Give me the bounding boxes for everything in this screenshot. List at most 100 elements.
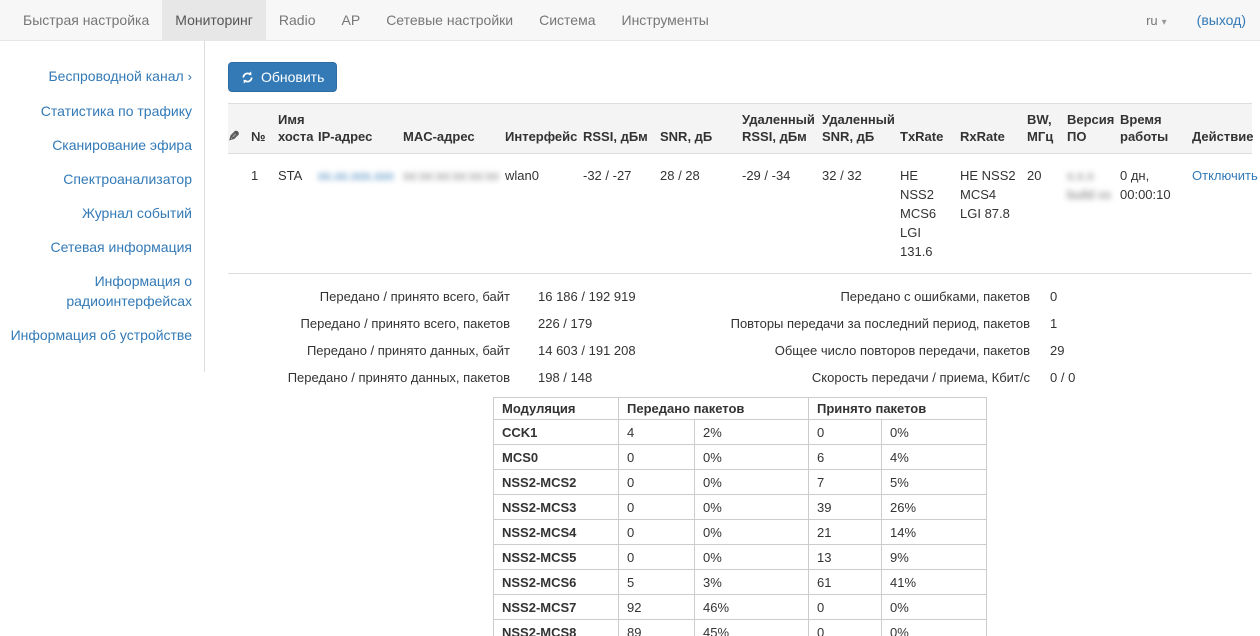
nav-tab-quick-setup[interactable]: Быстрая настройка <box>10 0 162 40</box>
modulation-row: NSS2-MCS4 0 0% 21 14% <box>494 520 987 545</box>
col-header-interface: Интерфейс <box>505 104 583 154</box>
modulation-name: NSS2-MCS3 <box>494 495 619 520</box>
main-content: Обновить ✎ № Имя хоста IP-адрес MAC-адре… <box>205 41 1260 636</box>
rx-percent: 9% <box>882 545 987 570</box>
rx-count: 0 <box>809 420 882 445</box>
chevron-down-icon: ▾ <box>1162 17 1167 28</box>
sidebar-item-network-info[interactable]: Сетевая информация <box>0 230 194 264</box>
sidebar-item-radio-interfaces-info[interactable]: Информация о радиоинтерфейсах <box>0 264 194 318</box>
sidebar-item-event-log[interactable]: Журнал событий <box>0 196 194 230</box>
rx-count: 6 <box>809 445 882 470</box>
clients-table: ✎ № Имя хоста IP-адрес MAC-адрес Интерфе… <box>228 103 1252 274</box>
rx-count: 0 <box>809 595 882 620</box>
col-header-number: № <box>251 104 278 154</box>
stat-value: 29 <box>1030 343 1064 358</box>
stat-row: Передано с ошибками, пакетов 0 <box>728 283 1252 310</box>
sidebar-item-spectrum-analyzer[interactable]: Спектроанализатор <box>0 162 194 196</box>
client-number: 1 <box>251 154 278 274</box>
nav-right-area: ru▾ (выход) <box>1146 0 1260 40</box>
client-firmware-redacted: x.x.x build xx <box>1067 154 1120 274</box>
rx-count: 39 <box>809 495 882 520</box>
clients-table-header-row: ✎ № Имя хоста IP-адрес MAC-адрес Интерфе… <box>228 104 1252 154</box>
modulation-row: NSS2-MCS2 0 0% 7 5% <box>494 470 987 495</box>
stat-label: Повторы передачи за последний период, па… <box>728 316 1030 331</box>
rx-count: 21 <box>809 520 882 545</box>
col-header-txrate: TxRate <box>900 104 960 154</box>
col-header-rxrate: RxRate <box>960 104 1027 154</box>
logout-link[interactable]: (выход) <box>1197 12 1246 28</box>
modulation-header-row: Модуляция Передано пакетов Принято пакет… <box>494 398 987 420</box>
modulation-name: NSS2-MCS6 <box>494 570 619 595</box>
nav-tab-monitoring[interactable]: Мониторинг <box>162 0 266 40</box>
modulation-row: NSS2-MCS7 92 46% 0 0% <box>494 595 987 620</box>
client-rssi: -32 / -27 <box>583 154 660 274</box>
stat-row: Передано / принято всего, байт 16 186 / … <box>228 283 728 310</box>
modulation-name: NSS2-MCS7 <box>494 595 619 620</box>
stat-label: Передано / принято всего, пакетов <box>228 316 510 331</box>
modulation-name: NSS2-MCS5 <box>494 545 619 570</box>
client-uptime: 0 дн, 00:00:10 <box>1120 154 1192 274</box>
modulation-row: NSS2-MCS5 0 0% 13 9% <box>494 545 987 570</box>
client-mac-redacted: xx:xx:xx:xx:xx:xx <box>403 166 499 185</box>
traffic-statistics-left: Передано / принято всего, байт 16 186 / … <box>228 283 728 391</box>
sidebar-item-air-scan[interactable]: Сканирование эфира <box>0 128 194 162</box>
tx-percent: 46% <box>695 595 809 620</box>
nav-tab-system[interactable]: Система <box>526 0 608 40</box>
tx-packets-col-header: Передано пакетов <box>619 398 809 420</box>
tx-count: 0 <box>619 495 695 520</box>
tx-count: 4 <box>619 420 695 445</box>
tx-count: 0 <box>619 470 695 495</box>
nav-tab-tools[interactable]: Инструменты <box>609 0 722 40</box>
rx-count: 7 <box>809 470 882 495</box>
modulation-name: NSS2-MCS2 <box>494 470 619 495</box>
col-header-hostname: Имя хоста <box>278 104 318 154</box>
stat-label: Скорость передачи / приема, Кбит/с <box>728 370 1030 385</box>
rx-count: 0 <box>809 620 882 636</box>
modulation-name: NSS2-MCS4 <box>494 520 619 545</box>
rx-percent: 4% <box>882 445 987 470</box>
stat-row: Передано / принято данных, байт 14 603 /… <box>228 337 728 364</box>
refresh-button[interactable]: Обновить <box>228 62 337 92</box>
disconnect-link[interactable]: Отключить <box>1192 168 1258 183</box>
col-header-bw: BW, МГц <box>1027 104 1067 154</box>
tx-percent: 0% <box>695 520 809 545</box>
tx-count: 5 <box>619 570 695 595</box>
sidebar: Беспроводной канал› Статистика по трафик… <box>0 41 205 372</box>
stat-value: 1 <box>1030 316 1057 331</box>
col-header-rssi: RSSI, дБм <box>583 104 660 154</box>
stat-label: Передано / принято всего, байт <box>228 289 510 304</box>
stat-label: Передано / принято данных, пакетов <box>228 370 510 385</box>
stat-label: Передано с ошибками, пакетов <box>728 289 1030 304</box>
nav-tab-ap[interactable]: AP <box>329 0 374 40</box>
stat-row: Передано / принято данных, пакетов 198 /… <box>228 364 728 391</box>
stat-row: Повторы передачи за последний период, па… <box>728 310 1252 337</box>
modulation-col-header: Модуляция <box>494 398 619 420</box>
tx-count: 0 <box>619 545 695 570</box>
tx-percent: 0% <box>695 445 809 470</box>
rx-count: 13 <box>809 545 882 570</box>
sidebar-item-wireless-channel[interactable]: Беспроводной канал› <box>0 59 194 94</box>
rx-percent: 0% <box>882 420 987 445</box>
tx-percent: 2% <box>695 420 809 445</box>
edit-pencil-icon[interactable]: ✎ <box>228 128 240 145</box>
traffic-statistics-right: Передано с ошибками, пакетов 0 Повторы п… <box>728 283 1252 391</box>
rx-percent: 41% <box>882 570 987 595</box>
refresh-icon <box>241 71 254 84</box>
rx-count: 61 <box>809 570 882 595</box>
sidebar-item-traffic-statistics[interactable]: Статистика по трафику <box>0 94 194 128</box>
stat-label: Общее число повторов передачи, пакетов <box>728 343 1030 358</box>
rx-percent: 14% <box>882 520 987 545</box>
nav-tab-network-settings[interactable]: Сетевые настройки <box>373 0 526 40</box>
modulation-row: MCS0 0 0% 6 4% <box>494 445 987 470</box>
tx-percent: 0% <box>695 495 809 520</box>
language-selector[interactable]: ru▾ <box>1146 13 1167 28</box>
stat-value: 0 <box>1030 289 1057 304</box>
rx-packets-col-header: Принято пакетов <box>809 398 987 420</box>
client-bw: 20 <box>1027 154 1067 274</box>
stat-value: 226 / 179 <box>510 316 592 331</box>
nav-tab-radio[interactable]: Radio <box>266 0 329 40</box>
modulation-table: Модуляция Передано пакетов Принято пакет… <box>493 397 987 636</box>
client-hostname: STA <box>278 154 318 274</box>
client-ip-redacted[interactable]: xx.xx.xxx.xxx <box>318 168 394 183</box>
sidebar-item-device-info[interactable]: Информация об устройстве <box>0 318 194 352</box>
